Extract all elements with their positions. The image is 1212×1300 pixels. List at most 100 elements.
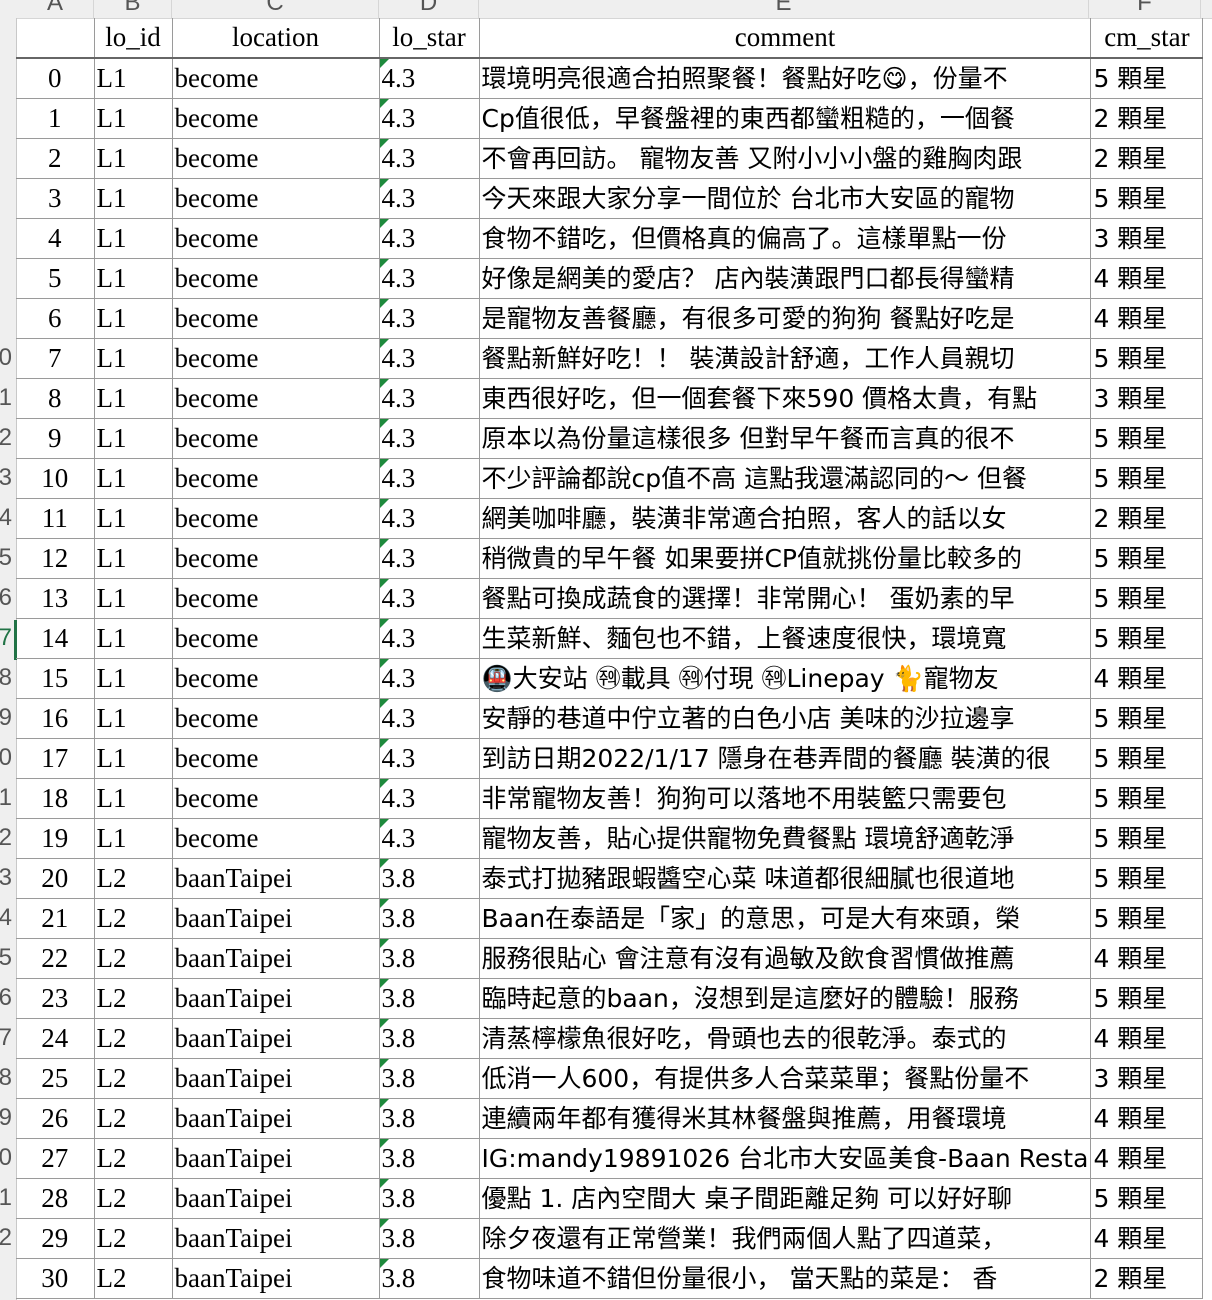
location-cell[interactable]: become — [172, 138, 380, 179]
comment-cell[interactable]: 原本以為份量這樣很多 但對早午餐而言真的很不 — [479, 418, 1092, 459]
cm-star-cell[interactable]: 5 顆星 — [1090, 818, 1204, 859]
location-cell[interactable]: become — [172, 658, 380, 699]
row-header-number[interactable]: 7 — [0, 1018, 12, 1058]
cm-star-cell[interactable]: 5 顆星 — [1090, 578, 1204, 619]
lo-star-cell[interactable]: 4.3 — [379, 418, 480, 459]
location-cell[interactable]: become — [172, 458, 380, 499]
row-header-number[interactable]: 8 — [0, 658, 12, 698]
row-header-number[interactable]: 1 — [0, 778, 12, 818]
lo-star-cell[interactable]: 4.3 — [379, 538, 480, 579]
comment-cell[interactable]: 生菜新鮮、麵包也不錯，上餐速度很快，環境寬 — [479, 618, 1092, 659]
lo-id-cell[interactable]: L1 — [94, 498, 173, 539]
lo-star-cell[interactable]: 4.3 — [379, 258, 480, 299]
row-index-cell[interactable]: 0 — [16, 58, 95, 99]
lo-id-cell[interactable]: L1 — [94, 818, 173, 859]
column-letter-c[interactable]: C — [172, 0, 379, 18]
row-header-number[interactable] — [0, 298, 12, 338]
comment-cell[interactable]: 今天來跟大家分享一間位於 台北市大安區的寵物 — [479, 178, 1092, 219]
lo-id-cell[interactable]: L1 — [94, 258, 173, 299]
location-cell[interactable]: become — [172, 178, 380, 219]
cm-star-cell[interactable]: 3 顆星 — [1090, 1058, 1204, 1099]
comment-cell[interactable]: Cp值很低，早餐盤裡的東西都蠻粗糙的，一個餐 — [479, 98, 1092, 139]
comment-cell[interactable]: 是寵物友善餐廳，有很多可愛的狗狗 餐點好吃是 — [479, 298, 1092, 339]
location-cell[interactable]: become — [172, 258, 380, 299]
location-cell[interactable]: baanTaipei — [172, 1058, 380, 1099]
cm-star-cell[interactable]: 5 顆星 — [1090, 418, 1204, 459]
lo-star-cell[interactable]: 3.8 — [379, 1058, 480, 1099]
lo-star-cell[interactable]: 3.8 — [379, 1258, 480, 1299]
cm-star-cell[interactable]: 5 顆星 — [1090, 978, 1204, 1019]
row-index-cell[interactable]: 25 — [16, 1058, 95, 1099]
lo-id-cell[interactable]: L2 — [94, 1018, 173, 1059]
column-letter-b[interactable]: B — [94, 0, 172, 18]
lo-id-cell[interactable]: L2 — [94, 938, 173, 979]
row-index-cell[interactable]: 27 — [16, 1138, 95, 1179]
row-index-cell[interactable]: 18 — [16, 778, 95, 819]
comment-cell[interactable]: 稍微貴的早午餐 如果要拼CP值就挑份量比較多的 — [479, 538, 1092, 579]
lo-id-cell[interactable]: L2 — [94, 978, 173, 1019]
lo-id-cell[interactable]: L2 — [94, 898, 173, 939]
row-index-cell[interactable]: 29 — [16, 1218, 95, 1259]
row-index-cell[interactable]: 22 — [16, 938, 95, 979]
cm-star-cell[interactable]: 5 顆星 — [1090, 58, 1204, 99]
lo-star-cell[interactable]: 3.8 — [379, 858, 480, 899]
comment-cell[interactable]: 優點 1. 店內空間大 桌子間距離足夠 可以好好聊 — [479, 1178, 1092, 1219]
comment-cell[interactable]: 食物不錯吃，但價格真的偏高了。這樣單點一份 — [479, 218, 1092, 259]
row-header-number[interactable] — [0, 218, 12, 258]
location-cell[interactable]: become — [172, 818, 380, 859]
header-location[interactable]: location — [172, 18, 380, 59]
location-cell[interactable]: become — [172, 418, 380, 459]
cm-star-cell[interactable]: 5 顆星 — [1090, 738, 1204, 779]
lo-star-cell[interactable]: 4.3 — [379, 298, 480, 339]
row-header-number[interactable]: 5 — [0, 938, 12, 978]
cm-star-cell[interactable]: 5 顆星 — [1090, 898, 1204, 939]
row-header-number[interactable]: 9 — [0, 1098, 12, 1138]
lo-id-cell[interactable]: L2 — [94, 1218, 173, 1259]
lo-star-cell[interactable]: 3.8 — [379, 1218, 480, 1259]
row-index-cell[interactable]: 24 — [16, 1018, 95, 1059]
lo-id-cell[interactable]: L1 — [94, 378, 173, 419]
cm-star-cell[interactable]: 5 顆星 — [1090, 458, 1204, 499]
header-lo-id[interactable]: lo_id — [94, 18, 173, 59]
row-header-number[interactable]: 1 — [0, 1178, 12, 1218]
column-letter-f[interactable]: F — [1089, 0, 1201, 18]
cm-star-cell[interactable]: 5 顆星 — [1090, 698, 1204, 739]
location-cell[interactable]: baanTaipei — [172, 978, 380, 1019]
location-cell[interactable]: baanTaipei — [172, 898, 380, 939]
cm-star-cell[interactable]: 5 顆星 — [1090, 178, 1204, 219]
row-index-cell[interactable]: 1 — [16, 98, 95, 139]
header-cm-star[interactable]: cm_star — [1090, 18, 1204, 59]
comment-cell[interactable]: 連續兩年都有獲得米其林餐盤與推薦，用餐環境 — [479, 1098, 1092, 1139]
row-index-cell[interactable]: 12 — [16, 538, 95, 579]
row-index-cell[interactable]: 11 — [16, 498, 95, 539]
lo-id-cell[interactable]: L2 — [94, 1178, 173, 1219]
comment-cell[interactable]: 安靜的巷道中佇立著的白色小店 美味的沙拉邊享 — [479, 698, 1092, 739]
row-index-cell[interactable]: 3 — [16, 178, 95, 219]
lo-star-cell[interactable]: 4.3 — [379, 738, 480, 779]
lo-star-cell[interactable]: 4.3 — [379, 578, 480, 619]
cm-star-cell[interactable]: 5 顆星 — [1090, 618, 1204, 659]
row-header-number[interactable]: 0 — [0, 738, 12, 778]
comment-cell[interactable]: 食物味道不錯但份量很小， 當天點的菜是： 香 — [479, 1258, 1092, 1299]
row-index-cell[interactable]: 8 — [16, 378, 95, 419]
lo-star-cell[interactable]: 4.3 — [379, 658, 480, 699]
comment-cell[interactable]: 環境明亮很適合拍照聚餐！餐點好吃😋，份量不 — [479, 58, 1092, 99]
cm-star-cell[interactable]: 4 顆星 — [1090, 1218, 1204, 1259]
lo-star-cell[interactable]: 4.3 — [379, 98, 480, 139]
comment-cell[interactable]: 服務很貼心 會注意有沒有過敏及飲食習慣做推薦 — [479, 938, 1092, 979]
lo-star-cell[interactable]: 4.3 — [379, 618, 480, 659]
comment-cell[interactable]: 寵物友善，貼心提供寵物免費餐點 環境舒適乾淨 — [479, 818, 1092, 859]
lo-star-cell[interactable]: 4.3 — [379, 778, 480, 819]
lo-star-cell[interactable]: 3.8 — [379, 1138, 480, 1179]
cm-star-cell[interactable]: 5 顆星 — [1090, 858, 1204, 899]
cm-star-cell[interactable]: 5 顆星 — [1090, 338, 1204, 379]
lo-id-cell[interactable]: L1 — [94, 618, 173, 659]
comment-cell[interactable]: 東西很好吃，但一個套餐下來590 價格太貴，有點 — [479, 378, 1092, 419]
comment-cell[interactable]: 餐點可換成蔬食的選擇！非常開心！ 蛋奶素的早 — [479, 578, 1092, 619]
row-header-number[interactable]: 9 — [0, 698, 12, 738]
location-cell[interactable]: become — [172, 698, 380, 739]
comment-cell[interactable]: 不會再回訪。 寵物友善 又附小小小盤的雞胸肉跟 — [479, 138, 1092, 179]
row-header-number[interactable] — [0, 178, 12, 218]
row-index-cell[interactable]: 20 — [16, 858, 95, 899]
lo-id-cell[interactable]: L1 — [94, 658, 173, 699]
